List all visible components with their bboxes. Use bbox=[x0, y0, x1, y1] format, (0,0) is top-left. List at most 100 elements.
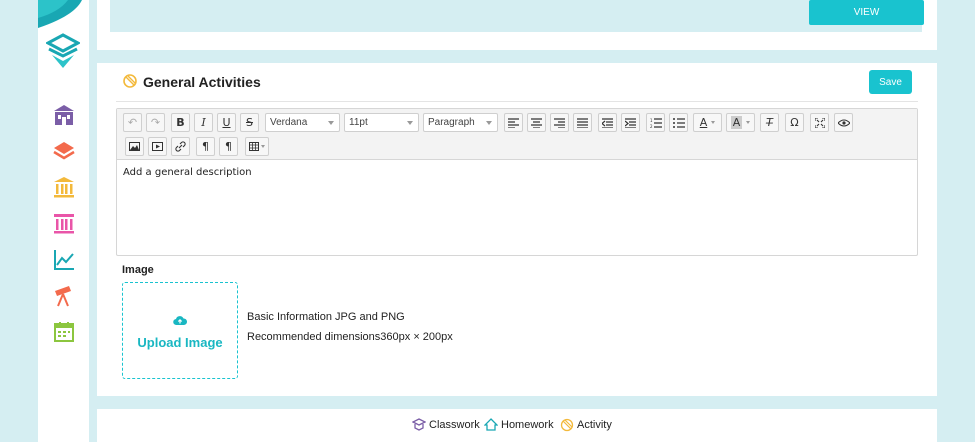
numbered-list-icon: 12 bbox=[650, 118, 662, 128]
font-size-value: 11pt bbox=[349, 117, 368, 128]
page-title: General Activities bbox=[143, 74, 261, 90]
card-header: General Activities Save bbox=[97, 63, 937, 101]
cloud-upload-icon bbox=[173, 316, 187, 326]
table-icon bbox=[249, 142, 259, 151]
font-size-select[interactable]: 11pt bbox=[344, 113, 419, 132]
upload-image-dropzone[interactable]: Upload Image bbox=[122, 282, 238, 379]
rtl-button[interactable]: ¶ bbox=[219, 137, 238, 156]
app-logo-icon[interactable] bbox=[46, 33, 80, 69]
justify-button[interactable] bbox=[573, 113, 592, 132]
sidebar-item-layers[interactable] bbox=[52, 139, 76, 163]
font-family-select[interactable]: Verdana bbox=[265, 113, 340, 132]
undo-button[interactable]: ↶ bbox=[123, 113, 142, 132]
sidebar-item-calendar[interactable] bbox=[52, 320, 76, 344]
outdent-icon bbox=[602, 117, 613, 128]
editor-content[interactable]: Add a general description bbox=[123, 167, 252, 178]
strikethrough-icon: S bbox=[246, 116, 253, 129]
bullet-list-button[interactable] bbox=[669, 113, 688, 132]
layers-icon bbox=[53, 142, 75, 160]
image-format-info: Basic Information JPG and PNG bbox=[247, 311, 405, 323]
chevron-down-icon bbox=[328, 121, 334, 125]
underline-icon: U bbox=[222, 116, 231, 129]
chevron-down-icon bbox=[746, 121, 751, 124]
redo-button[interactable]: ↷ bbox=[146, 113, 165, 132]
align-center-icon bbox=[531, 117, 542, 128]
italic-icon: I bbox=[201, 116, 206, 129]
strikethrough-button[interactable]: S bbox=[240, 113, 259, 132]
align-left-button[interactable] bbox=[504, 113, 523, 132]
chevron-down-icon bbox=[711, 121, 716, 124]
align-center-button[interactable] bbox=[527, 113, 546, 132]
tab-homework[interactable]: Homework bbox=[484, 418, 554, 431]
image-dimension-info: Recommended dimensions360px × 200px bbox=[247, 331, 453, 343]
text-color-icon: A bbox=[699, 116, 708, 129]
underline-button[interactable]: U bbox=[217, 113, 236, 132]
text-color-button[interactable]: A bbox=[693, 113, 722, 132]
tab-classwork[interactable]: Classwork bbox=[412, 418, 480, 431]
paragraph-ltr-icon: ¶ bbox=[202, 140, 209, 153]
indent-button[interactable] bbox=[621, 113, 640, 132]
telescope-icon bbox=[55, 286, 71, 307]
editor-toolbar: ↶ ↷ B I U S Verdana 11pt Paragraph 12 A … bbox=[117, 109, 917, 160]
fullscreen-button[interactable] bbox=[810, 113, 829, 132]
homework-icon bbox=[484, 418, 498, 431]
sidebar-item-analytics[interactable] bbox=[52, 248, 76, 272]
clear-formatting-icon: T̶ bbox=[766, 116, 773, 129]
align-right-button[interactable] bbox=[550, 113, 569, 132]
indent-icon bbox=[625, 117, 636, 128]
justify-icon bbox=[577, 117, 588, 128]
view-button[interactable]: VIEW bbox=[809, 0, 924, 25]
outdent-button[interactable] bbox=[598, 113, 617, 132]
sidebar-item-bank[interactable] bbox=[52, 175, 76, 199]
rich-text-editor: ↶ ↷ B I U S Verdana 11pt Paragraph 12 A … bbox=[116, 108, 918, 256]
insert-link-button[interactable] bbox=[171, 137, 190, 156]
tab-classwork-label: Classwork bbox=[429, 418, 480, 431]
redo-icon: ↷ bbox=[150, 116, 161, 129]
media-icon bbox=[152, 142, 163, 151]
special-character-button[interactable]: Ω bbox=[785, 113, 804, 132]
sidebar-item-institution[interactable] bbox=[52, 211, 76, 235]
svg-text:2: 2 bbox=[650, 124, 653, 128]
chart-line-icon bbox=[54, 250, 74, 270]
tab-activity[interactable]: Activity bbox=[560, 418, 612, 432]
activity-icon bbox=[123, 74, 137, 88]
preview-button[interactable] bbox=[834, 113, 853, 132]
tab-activity-label: Activity bbox=[577, 419, 612, 431]
image-label: Image bbox=[122, 264, 154, 276]
classwork-icon bbox=[412, 418, 426, 431]
svg-text:1: 1 bbox=[650, 118, 653, 123]
highlight-color-icon: A bbox=[730, 116, 743, 129]
link-icon bbox=[175, 141, 186, 152]
clear-formatting-button[interactable]: T̶ bbox=[760, 113, 779, 132]
chevron-down-icon bbox=[261, 145, 265, 148]
block-format-select[interactable]: Paragraph bbox=[423, 113, 498, 132]
paragraph-rtl-icon: ¶ bbox=[225, 140, 232, 153]
sidebar bbox=[38, 0, 89, 442]
bold-button[interactable]: B bbox=[171, 113, 190, 132]
chevron-down-icon bbox=[486, 121, 492, 125]
ltr-button[interactable]: ¶ bbox=[196, 137, 215, 156]
insert-table-button[interactable] bbox=[245, 137, 269, 156]
sidebar-item-school[interactable] bbox=[52, 103, 76, 127]
fullscreen-icon bbox=[814, 117, 825, 128]
institution-icon bbox=[54, 214, 74, 234]
undo-icon: ↶ bbox=[127, 116, 138, 129]
top-card-inner: VIEW bbox=[110, 0, 924, 32]
bullet-list-icon bbox=[672, 117, 685, 128]
numbered-list-button[interactable]: 12 bbox=[646, 113, 665, 132]
activity-icon bbox=[560, 418, 574, 432]
header-divider bbox=[116, 101, 918, 102]
general-activities-card: General Activities Save ↶ ↷ B I U S Verd… bbox=[97, 63, 937, 396]
corner-ribbon bbox=[38, 0, 82, 28]
italic-button[interactable]: I bbox=[194, 113, 213, 132]
align-right-icon bbox=[554, 117, 565, 128]
sidebar-item-explore[interactable] bbox=[52, 284, 76, 308]
insert-image-button[interactable] bbox=[125, 137, 144, 156]
chevron-down-icon bbox=[407, 121, 413, 125]
save-button[interactable]: Save bbox=[869, 70, 912, 94]
calendar-icon bbox=[54, 322, 74, 342]
background-color-button[interactable]: A bbox=[726, 113, 755, 132]
insert-media-button[interactable] bbox=[148, 137, 167, 156]
image-icon bbox=[129, 142, 140, 151]
bank-icon bbox=[54, 177, 74, 198]
